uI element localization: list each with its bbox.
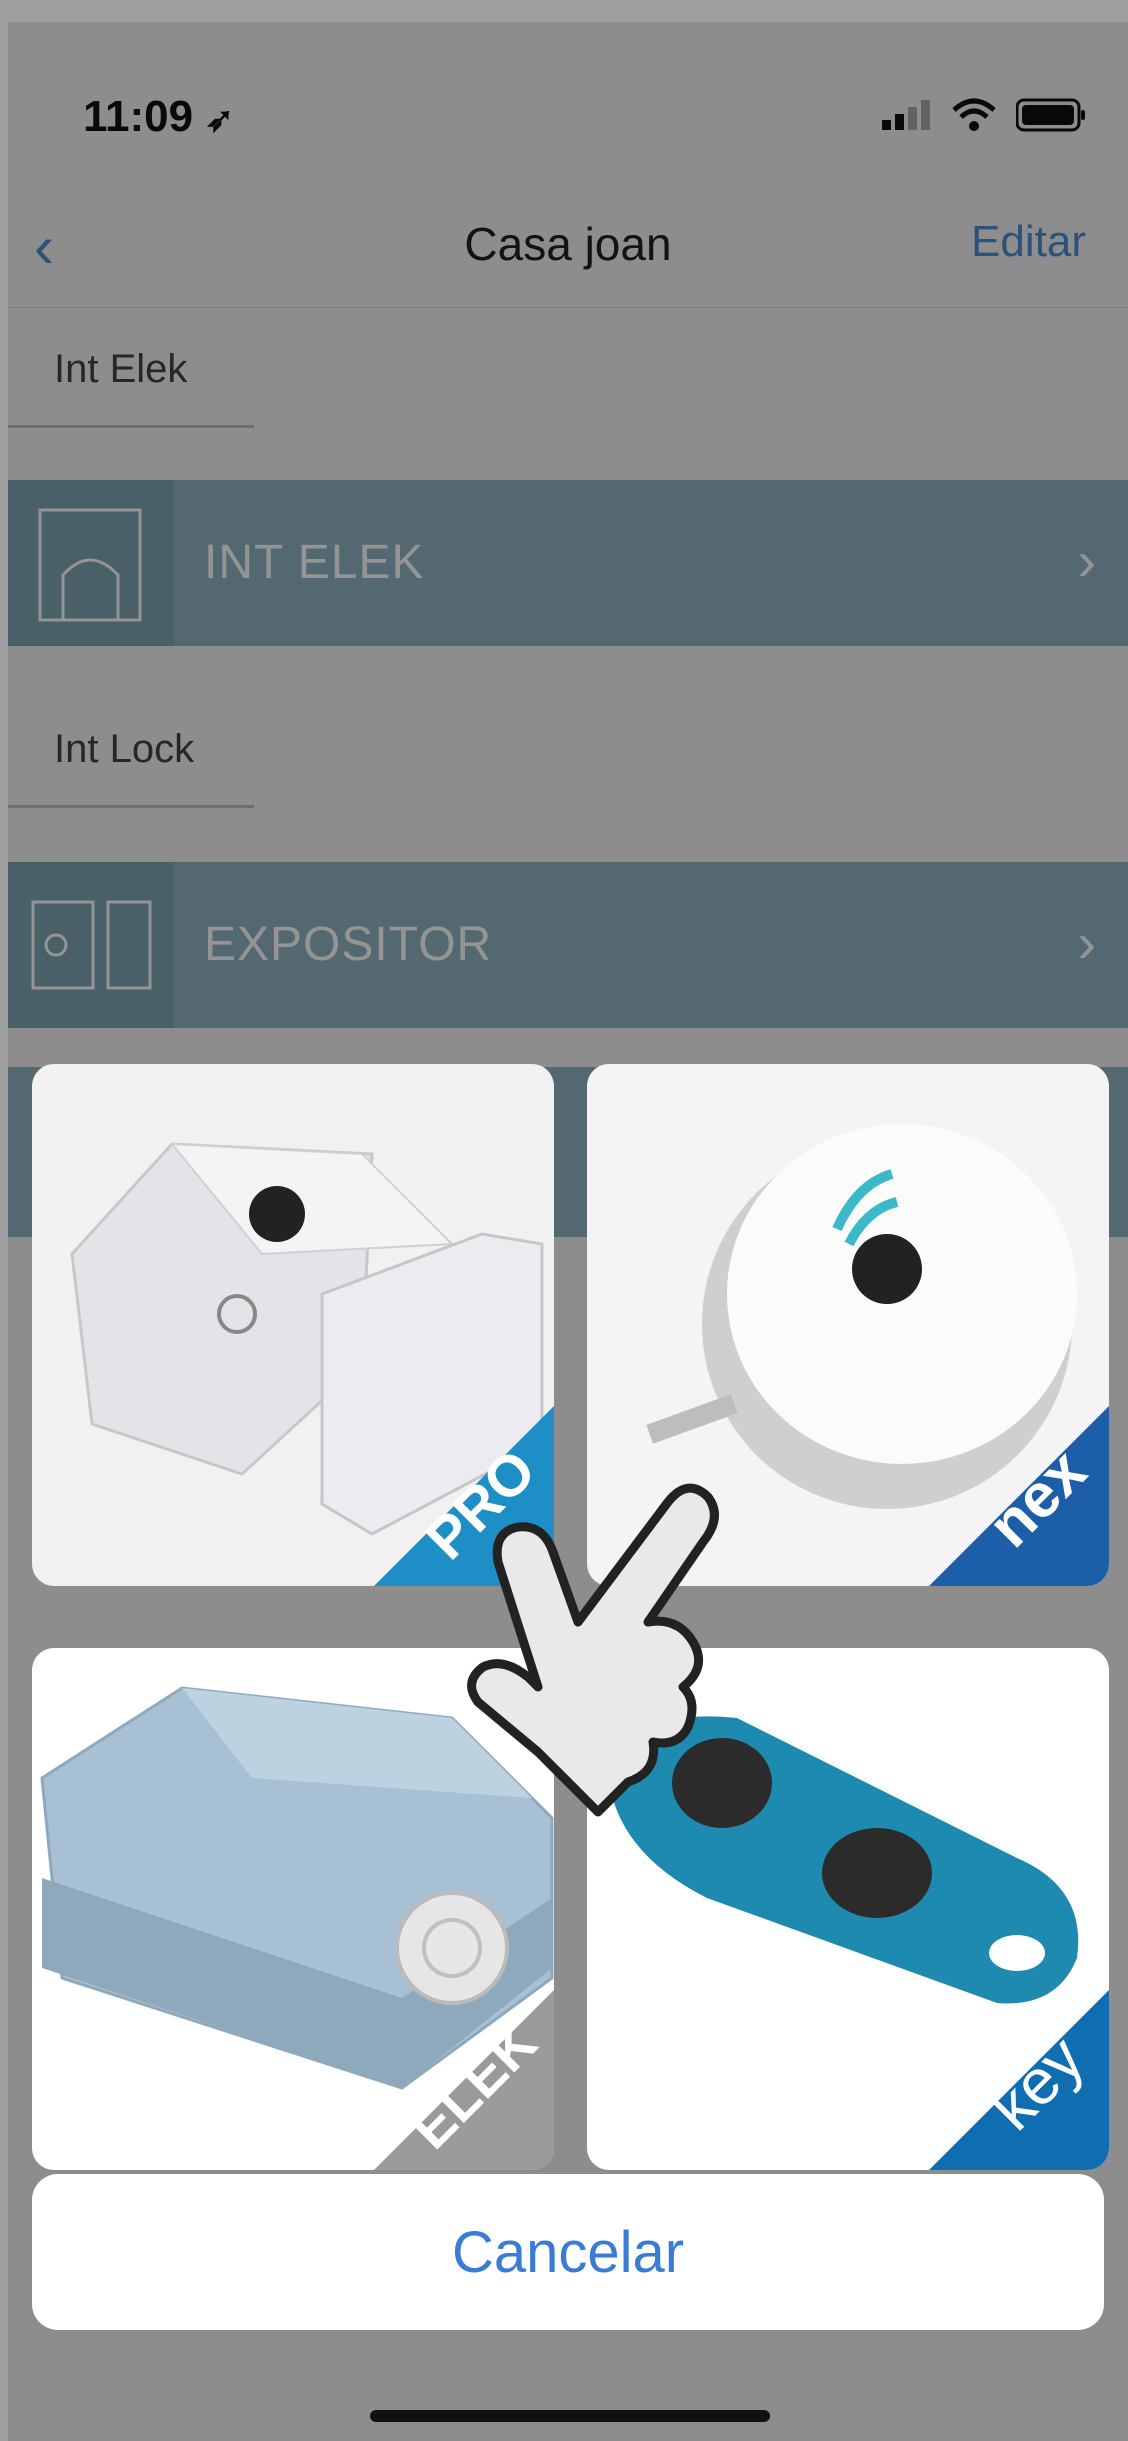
tap-hand-icon — [467, 1483, 719, 1817]
home-indicator — [370, 2410, 770, 2422]
phone-screen: 11:09 ➶ ‹ Casa joan Editar Int Elek INT … — [8, 22, 1128, 2441]
cancel-button[interactable]: Cancelar — [32, 2174, 1104, 2330]
